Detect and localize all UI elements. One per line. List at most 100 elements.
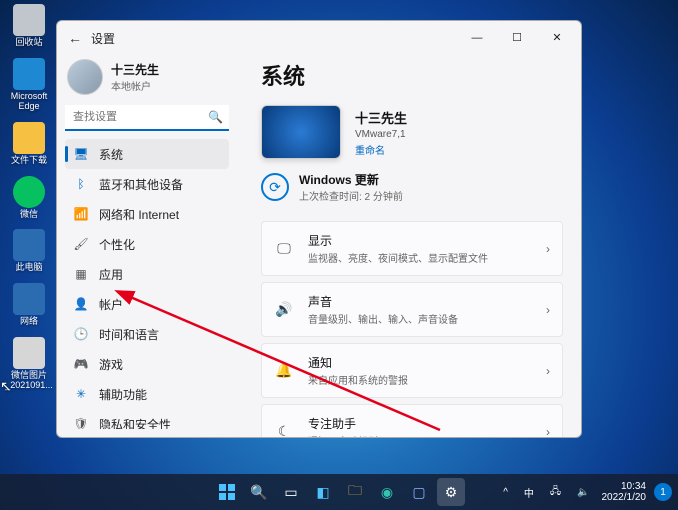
sidebar-item-2[interactable]: 📶 网络和 Internet [65, 199, 229, 229]
desktop-icon-wechat[interactable]: 微信 [4, 176, 54, 220]
nav-icon: 🖥 [73, 146, 89, 162]
nav-icon: 🛡 [73, 416, 89, 429]
start-button[interactable] [213, 478, 241, 506]
sidebar-item-7[interactable]: 🎮游戏 [65, 349, 229, 379]
desktop-icon-edge[interactable]: Microsoft Edge [4, 58, 54, 112]
avatar [67, 59, 103, 95]
widgets-icon[interactable]: ◧ [309, 478, 337, 506]
chevron-right-icon: › [546, 242, 550, 256]
chevron-right-icon: › [546, 303, 550, 317]
tray-volume-icon[interactable]: 🔈 [573, 485, 593, 500]
sidebar-item-3[interactable]: 🖌 个性化 [65, 229, 229, 259]
nav-icon: ▦ [73, 266, 89, 282]
nav-icon: ✳ [73, 386, 89, 402]
nav-label: 隐私和安全性 [99, 416, 171, 430]
nav-label: 应用 [99, 266, 123, 283]
nav-icon: 🕒 [73, 326, 89, 342]
settings-card-1[interactable]: 🔊 声音 音量级别、输出、输入、声音设备 › [261, 282, 563, 337]
minimize-button[interactable]: — [457, 24, 497, 52]
profile-block[interactable]: 十三先生 本地帐户 [65, 55, 229, 105]
device-rename-link[interactable]: 重命名 [355, 142, 407, 157]
nav-icon: 🖌 [73, 236, 89, 252]
card-icon: ☾ [274, 423, 294, 437]
desktop-icon-thispc[interactable]: 此电脑 [4, 229, 54, 273]
settings-card-3[interactable]: ☾ 专注助手 通知、自动规则 › [261, 404, 563, 437]
explorer-icon[interactable]: 🗀 [341, 478, 369, 506]
nav-icon: 👤 [73, 296, 89, 312]
device-image [261, 105, 341, 159]
sidebar-item-9[interactable]: 🛡 隐私和安全性 [65, 409, 229, 429]
card-sub: 来自应用和系统的警报 [308, 372, 532, 387]
update-title: Windows 更新 [299, 171, 403, 188]
page-title: 系统 [261, 59, 563, 91]
chevron-right-icon: › [546, 364, 550, 378]
card-icon: 🔔 [274, 362, 294, 379]
maximize-button[interactable]: ☐ [497, 24, 537, 52]
update-sub: 上次检查时间: 2 分钟前 [299, 188, 403, 203]
taskbar-center: 🔍 ▭ ◧ 🗀 ◉ ▢ ⚙ [213, 478, 465, 506]
nav-list: 🖥 系统 ᛒ 蓝牙和其他设备 📶 网络和 Internet 🖌 个性化 ▦ 应用 👤 帐户 🕒 时间和语言… [65, 139, 229, 429]
desktop: 回收站 Microsoft Edge 文件下载 微信 此电脑 网络 微信图片_2… [4, 4, 54, 401]
close-button[interactable]: ✕ [537, 24, 577, 52]
card-sub: 监视器、亮度、夜间模式、显示配置文件 [308, 250, 532, 265]
card-title: 声音 [308, 293, 532, 310]
taskbar-search-icon[interactable]: 🔍 [245, 478, 273, 506]
desktop-icon-image[interactable]: 微信图片_2021091... [4, 337, 54, 391]
desktop-icon-network[interactable]: 网络 [4, 283, 54, 327]
tray-network-icon[interactable]: 🖧 [546, 482, 565, 503]
sidebar-item-1[interactable]: ᛒ 蓝牙和其他设备 [65, 169, 229, 199]
update-icon: ⟳ [261, 173, 289, 201]
desktop-icon-recycle[interactable]: 回收站 [4, 4, 54, 48]
device-name: 十三先生 [355, 108, 407, 127]
settings-window: ← 设置 — ☐ ✕ 十三先生 本地帐户 🔍 🖥 系统 ᛒ 蓝牙和其他设备 📶 网络和 I… [56, 20, 582, 438]
tray-notification-badge[interactable]: 1 [654, 483, 672, 501]
taskview-icon[interactable]: ▭ [277, 478, 305, 506]
profile-sub: 本地帐户 [111, 78, 159, 93]
card-sub: 音量级别、输出、输入、声音设备 [308, 311, 532, 326]
card-icon: 🖵 [274, 240, 294, 257]
nav-label: 网络和 Internet [99, 206, 179, 223]
tray-ime[interactable]: 中 [520, 483, 538, 502]
settings-card-0[interactable]: 🖵 显示 监视器、亮度、夜间模式、显示配置文件 › [261, 221, 563, 276]
systray: ^ 中 🖧 🔈 10:34 2022/1/20 1 [499, 481, 672, 504]
desktop-icon-downloads[interactable]: 文件下载 [4, 122, 54, 166]
search-icon[interactable]: 🔍 [208, 110, 223, 124]
nav-label: 蓝牙和其他设备 [99, 176, 183, 193]
nav-label: 游戏 [99, 356, 123, 373]
nav-label: 系统 [99, 146, 123, 163]
main-panel: 系统 十三先生 VMware7,1 重命名 ⟳ Windows 更新 上次检查时… [237, 55, 581, 437]
edge-icon[interactable]: ◉ [373, 478, 401, 506]
windows-update-block[interactable]: ⟳ Windows 更新 上次检查时间: 2 分钟前 [261, 171, 563, 203]
nav-label: 辅助功能 [99, 386, 147, 403]
tray-clock[interactable]: 10:34 2022/1/20 [602, 481, 647, 504]
chevron-right-icon: › [546, 425, 550, 438]
search-box: 🔍 [65, 105, 229, 131]
profile-name: 十三先生 [111, 61, 159, 78]
sidebar-item-6[interactable]: 🕒 时间和语言 [65, 319, 229, 349]
sidebar-item-4[interactable]: ▦ 应用 [65, 259, 229, 289]
titlebar: ← 设置 — ☐ ✕ [57, 21, 581, 55]
taskbar: 🔍 ▭ ◧ 🗀 ◉ ▢ ⚙ ^ 中 🖧 🔈 10:34 2022/1/20 1 [0, 474, 678, 510]
settings-card-2[interactable]: 🔔 通知 来自应用和系统的警报 › [261, 343, 563, 398]
sidebar: 十三先生 本地帐户 🔍 🖥 系统 ᛒ 蓝牙和其他设备 📶 网络和 Internet 🖌 个性化… [57, 55, 237, 437]
nav-label: 时间和语言 [99, 326, 159, 343]
sidebar-item-5[interactable]: 👤 帐户 [65, 289, 229, 319]
device-block: 十三先生 VMware7,1 重命名 [261, 105, 563, 159]
nav-label: 帐户 [99, 296, 123, 313]
device-model: VMware7,1 [355, 129, 407, 140]
sidebar-item-8[interactable]: ✳ 辅助功能 [65, 379, 229, 409]
sidebar-item-0[interactable]: 🖥 系统 [65, 139, 229, 169]
store-icon[interactable]: ▢ [405, 478, 433, 506]
card-sub: 通知、自动规则 [308, 433, 532, 437]
search-input[interactable] [65, 105, 229, 131]
settings-icon[interactable]: ⚙ [437, 478, 465, 506]
card-icon: 🔊 [274, 301, 294, 318]
tray-overflow[interactable]: ^ [499, 485, 512, 500]
nav-icon: 📶 [73, 206, 89, 222]
card-title: 通知 [308, 354, 532, 371]
nav-label: 个性化 [99, 236, 135, 253]
nav-icon: ᛒ [73, 176, 89, 192]
back-button[interactable]: ← [61, 30, 89, 46]
card-title: 专注助手 [308, 415, 532, 432]
window-title: 设置 [91, 30, 115, 47]
